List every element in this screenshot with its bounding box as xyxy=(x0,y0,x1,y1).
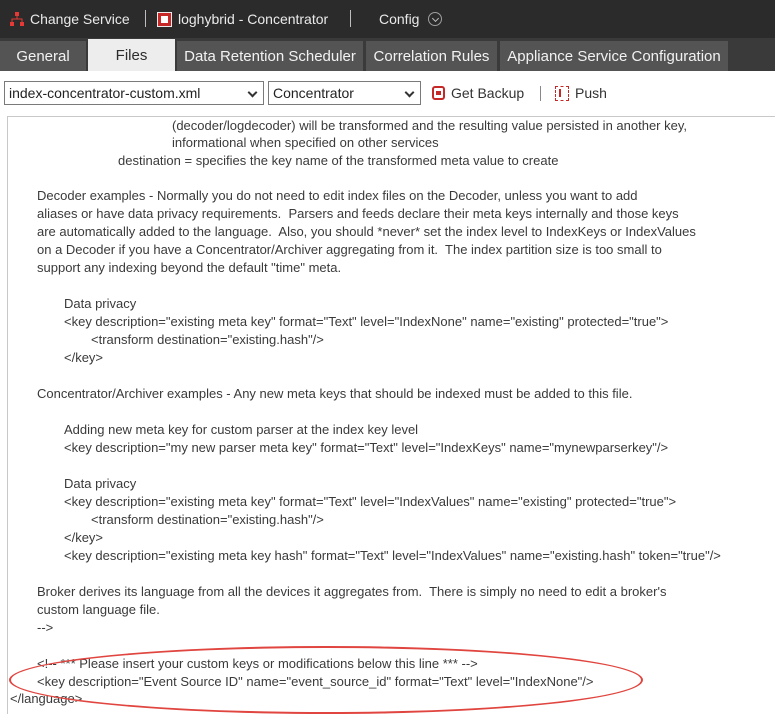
toolbar-divider xyxy=(540,86,541,101)
editor-line: destination = specifies the key name of … xyxy=(118,153,559,168)
editor-line: are automatically added to the language.… xyxy=(37,224,696,239)
push-button[interactable]: Push xyxy=(555,81,607,105)
editor-line: Adding new meta key for custom parser at… xyxy=(64,422,419,437)
file-select-value: index-concentrator-custom.xml xyxy=(9,85,201,101)
tab-files[interactable]: Files xyxy=(88,39,175,71)
editor-line: Concentrator/Archiver examples - Any new… xyxy=(37,386,633,401)
editor-line: Broker derives its language from all the… xyxy=(37,584,667,599)
editor-line: <transform destination="existing.hash"/> xyxy=(91,332,324,347)
editor-line: <key description="Event Source ID" name=… xyxy=(37,674,594,689)
editor-line: Data privacy xyxy=(64,476,137,491)
editor-line: <transform destination="existing.hash"/> xyxy=(91,512,324,527)
editor-line: </language> xyxy=(10,691,83,706)
top-bar: Change Service loghybrid - Concentrator … xyxy=(0,0,775,38)
editor-line: Decoder examples - Normally you do not n… xyxy=(37,188,638,203)
device-selector[interactable]: loghybrid - Concentrator xyxy=(157,0,328,38)
chevron-down-icon xyxy=(428,12,443,26)
hierarchy-icon xyxy=(10,12,24,26)
editor-line: </key> xyxy=(64,350,104,365)
editor-line: </key> xyxy=(64,530,104,545)
topbar-divider xyxy=(145,10,146,27)
editor-line: <!-- *** Please insert your custom keys … xyxy=(37,656,478,671)
toolbar: index-concentrator-custom.xml Concentrat… xyxy=(0,71,775,116)
chevron-down-icon xyxy=(404,87,415,98)
backup-icon xyxy=(432,86,445,100)
get-backup-label: Get Backup xyxy=(451,85,525,101)
chevron-down-icon xyxy=(247,87,258,98)
editor-line: <key description="my new parser meta key… xyxy=(64,440,669,455)
editor-line: support any indexing beyond the default … xyxy=(37,260,342,275)
tab-data-retention-scheduler[interactable]: Data Retention Scheduler xyxy=(177,41,363,71)
tab-general[interactable]: General xyxy=(0,41,86,71)
file-editor[interactable]: (decoder/logdecoder) will be transformed… xyxy=(7,116,775,714)
change-service-button[interactable]: Change Service xyxy=(10,0,130,38)
device-label: loghybrid - Concentrator xyxy=(178,11,329,27)
editor-line: (decoder/logdecoder) will be transformed… xyxy=(172,118,687,133)
editor-line: Data privacy xyxy=(64,296,137,311)
tab-correlation-rules[interactable]: Correlation Rules xyxy=(366,41,497,71)
editor-line: <key description="existing meta key" for… xyxy=(64,314,669,329)
change-service-label: Change Service xyxy=(30,11,130,27)
topbar-divider xyxy=(350,10,351,27)
editor-line: <key description="existing meta key hash… xyxy=(64,548,721,563)
editor-line: on a Decoder if you have a Concentrator/… xyxy=(37,242,662,257)
editor-line: <key description="existing meta key" for… xyxy=(64,494,677,509)
config-label: Config xyxy=(379,11,420,27)
service-select-value: Concentrator xyxy=(273,85,354,101)
editor-line: --> xyxy=(37,620,54,635)
tab-bar: General Files Data Retention Scheduler C… xyxy=(0,38,775,71)
get-backup-button[interactable]: Get Backup xyxy=(432,81,524,105)
push-icon xyxy=(555,85,569,101)
service-select[interactable]: Concentrator xyxy=(268,81,421,105)
tab-appliance-service-configuration[interactable]: Appliance Service Configuration xyxy=(500,41,728,71)
device-icon xyxy=(157,11,172,27)
editor-line: informational when specified on other se… xyxy=(172,135,439,150)
editor-line: custom language file. xyxy=(37,602,160,617)
push-label: Push xyxy=(575,85,607,101)
config-menu[interactable]: Config xyxy=(379,0,443,38)
file-select[interactable]: index-concentrator-custom.xml xyxy=(4,81,264,105)
editor-line: aliases or have data privacy requirement… xyxy=(37,206,679,221)
